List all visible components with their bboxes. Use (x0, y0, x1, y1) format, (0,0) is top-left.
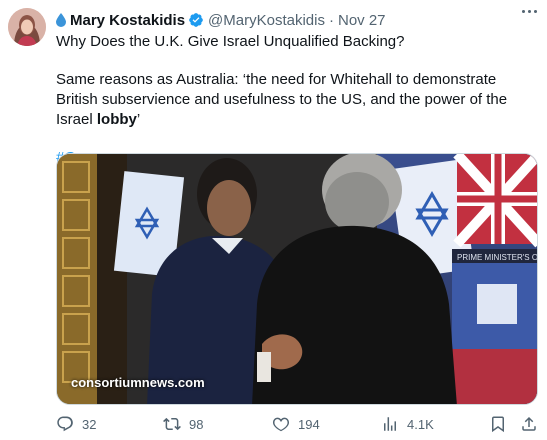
views-icon (384, 417, 396, 431)
reply-button[interactable]: 32 (56, 415, 96, 433)
bookmark-button[interactable] (489, 415, 515, 433)
like-button[interactable]: 194 (272, 415, 320, 433)
tweet-headline: Why Does the U.K. Give Israel Unqualifie… (56, 33, 405, 50)
repost-icon (163, 417, 181, 431)
tweet-body-end: ’ (136, 111, 141, 128)
heart-icon (272, 417, 290, 432)
tweet-actions: 32 98 194 4.1K (56, 415, 540, 437)
verified-badge-icon[interactable] (188, 12, 204, 28)
tweet-header: Mary Kostakidis @MaryKostakidis · Nov 27 (56, 9, 539, 31)
like-count: 194 (298, 416, 320, 432)
tweet-body: Same reasons as Australia: ‘the need for… (56, 70, 536, 130)
tweet-body-bold: lobby (96, 111, 137, 128)
share-icon (522, 416, 536, 431)
avatar[interactable] (8, 8, 46, 46)
view-count: 4.1K (407, 416, 434, 432)
image-watermark: consortiumnews.com (71, 375, 205, 390)
tweet-image[interactable]: PRIME MINISTER'S OF consortiumnews.com (56, 153, 538, 405)
repost-count: 98 (189, 416, 204, 432)
share-button[interactable] (520, 415, 546, 433)
more-options-icon[interactable] (522, 10, 537, 13)
repost-button[interactable]: 98 (163, 415, 203, 433)
water-drop-icon (56, 13, 66, 27)
separator-dot: · (328, 11, 334, 29)
views-button[interactable]: 4.1K (381, 415, 434, 433)
author-handle[interactable]: @MaryKostakidis (208, 12, 325, 29)
reply-icon (57, 416, 73, 432)
bookmark-icon (492, 416, 504, 433)
reply-count: 32 (82, 416, 97, 432)
tweet-text: Why Does the U.K. Give Israel Unqualifie… (56, 32, 536, 168)
tweet-date[interactable]: Nov 27 (338, 12, 386, 29)
author-name[interactable]: Mary Kostakidis (70, 12, 185, 29)
sign-text: PRIME MINISTER'S OF (457, 253, 538, 262)
